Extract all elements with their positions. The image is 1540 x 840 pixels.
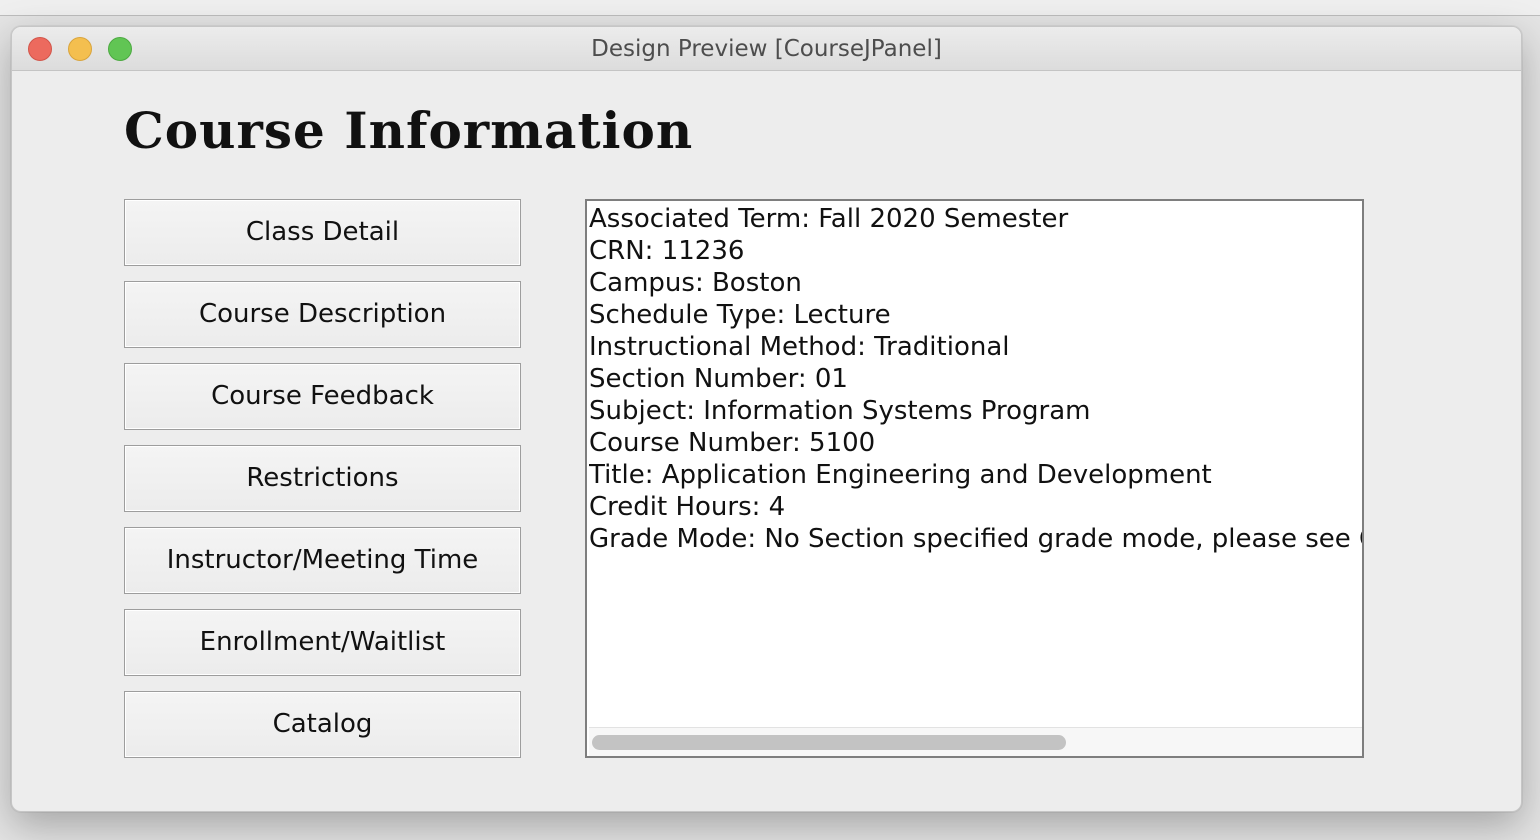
instructor-meeting-time-button[interactable]: Instructor/Meeting Time bbox=[124, 527, 521, 594]
horizontal-scrollbar-thumb[interactable] bbox=[592, 735, 1066, 750]
detail-line-campus: Campus: Boston bbox=[589, 268, 802, 298]
detail-line-crn: CRN: 11236 bbox=[589, 236, 745, 266]
course-panel: Course Information Class Detail Course D… bbox=[12, 71, 1521, 811]
detail-line-section-number: Section Number: 01 bbox=[589, 364, 848, 394]
detail-line-instructional-method: Instructional Method: Traditional bbox=[589, 332, 1010, 362]
detail-line-course-number: Course Number: 5100 bbox=[589, 428, 876, 458]
window-titlebar[interactable]: Design Preview [CourseJPanel] bbox=[12, 27, 1521, 71]
detail-line-associated-term: Associated Term: Fall 2020 Semester bbox=[589, 204, 1069, 234]
class-detail-button[interactable]: Class Detail bbox=[124, 199, 521, 266]
horizontal-scrollbar[interactable] bbox=[589, 727, 1362, 756]
window-title: Design Preview [CourseJPanel] bbox=[591, 36, 942, 62]
page-title: Course Information bbox=[124, 101, 694, 160]
enrollment-waitlist-button[interactable]: Enrollment/Waitlist bbox=[124, 609, 521, 676]
detail-line-credit-hours: Credit Hours: 4 bbox=[589, 492, 786, 522]
detail-line-schedule-type: Schedule Type: Lecture bbox=[589, 300, 891, 330]
detail-line-subject: Subject: Information Systems Program bbox=[589, 396, 1091, 426]
restrictions-button[interactable]: Restrictions bbox=[124, 445, 521, 512]
course-description-button[interactable]: Course Description bbox=[124, 281, 521, 348]
course-detail-content: Associated Term: Fall 2020 Semester CRN:… bbox=[589, 203, 1362, 725]
course-feedback-button[interactable]: Course Feedback bbox=[124, 363, 521, 430]
course-detail-text-area[interactable]: Associated Term: Fall 2020 Semester CRN:… bbox=[585, 199, 1364, 758]
catalog-button[interactable]: Catalog bbox=[124, 691, 521, 758]
detail-line-grade-mode: Grade Mode: No Section specified grade m… bbox=[589, 524, 1362, 554]
desktop-background-strip bbox=[0, 0, 1540, 16]
preview-window: Design Preview [CourseJPanel] Course Inf… bbox=[11, 26, 1522, 812]
detail-line-title: Title: Application Engineering and Devel… bbox=[589, 460, 1212, 490]
